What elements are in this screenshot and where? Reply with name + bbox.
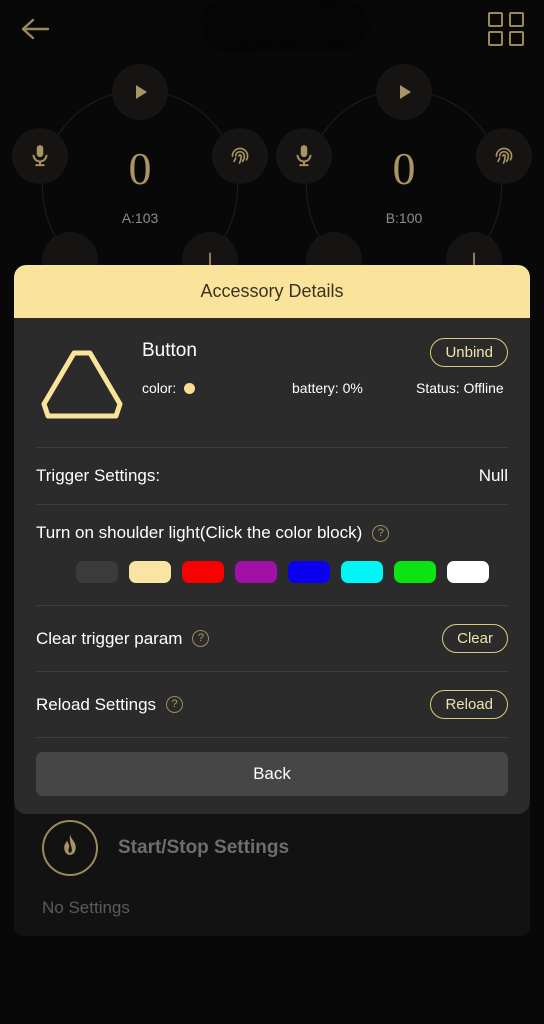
top-bar <box>0 0 544 56</box>
reload-settings-text: Reload Settings <box>36 694 157 714</box>
shoulder-light-section: Turn on shoulder light(Click the color b… <box>36 505 508 605</box>
clear-trigger-row: Clear trigger param ? Clear <box>36 606 508 671</box>
clear-trigger-text: Clear trigger param <box>36 628 183 648</box>
dial-value-b: 0 <box>392 143 416 194</box>
accessory-summary-row: Button color: battery: 0% Status: Offlin… <box>36 318 508 447</box>
dial-widget-a: 0 A:103 <box>4 64 276 294</box>
accessory-battery: battery: 0% <box>292 380 363 396</box>
app-screen: 0 A:103 0 B:100 Start/Stop Settings No S… <box>0 0 544 1024</box>
accessory-status: Status: Offline <box>416 380 504 396</box>
shoulder-light-text: Turn on shoulder light(Click the color b… <box>36 523 363 542</box>
play-button-b[interactable] <box>376 64 432 120</box>
clear-button[interactable]: Clear <box>442 624 508 653</box>
swatch-red[interactable] <box>182 561 224 583</box>
arrow-left-glyph <box>21 18 50 40</box>
reload-settings-label: Reload Settings ? <box>36 694 184 715</box>
dial-widget-b: 0 B:100 <box>268 64 540 294</box>
accessory-shape-glyph <box>41 350 123 419</box>
grid-cell <box>509 31 524 46</box>
reload-button[interactable]: Reload <box>430 690 508 719</box>
help-circle-icon[interactable]: ? <box>372 524 390 542</box>
accessory-color: color: <box>142 380 292 396</box>
dialog-body: Button color: battery: 0% Status: Offlin… <box>14 318 530 796</box>
grid-2x2-icon[interactable] <box>488 12 526 46</box>
play-icon <box>136 85 147 99</box>
clear-trigger-label: Clear trigger param ? <box>36 628 210 649</box>
trigger-settings-row[interactable]: Trigger Settings: Null <box>36 448 508 504</box>
help-circle-icon[interactable]: ? <box>192 630 210 647</box>
swatch-cyan[interactable] <box>341 561 383 583</box>
grid-cell <box>509 12 524 27</box>
swatch-magenta[interactable] <box>235 561 277 583</box>
flame-glyph <box>64 834 76 855</box>
color-swatch-dot <box>184 382 196 394</box>
rounded-triangle-icon <box>36 340 136 431</box>
swatch-green[interactable] <box>394 561 436 583</box>
dialog-header: Accessory Details <box>14 265 530 318</box>
start-stop-title: Start/Stop Settings <box>118 837 290 858</box>
back-button[interactable]: Back <box>36 752 508 796</box>
trigger-settings-label: Trigger Settings: <box>36 466 161 485</box>
unbind-button[interactable]: Unbind <box>430 338 508 367</box>
color-label: color: <box>142 380 177 396</box>
flame-icon <box>42 820 98 876</box>
play-icon <box>400 85 411 99</box>
divider <box>36 737 508 738</box>
trigger-settings-value: Null <box>478 466 508 485</box>
shoulder-light-label: Turn on shoulder light(Click the color b… <box>36 523 508 543</box>
accessory-meta: color: battery: 0% Status: Offline <box>142 380 508 396</box>
dial-label-a: A:103 <box>121 210 159 226</box>
dial-value-a: 0 <box>128 143 152 194</box>
start-stop-settings-panel: Start/Stop Settings No Settings <box>14 800 530 936</box>
swatch-blue[interactable] <box>288 561 330 583</box>
swatch-cream[interactable] <box>129 561 171 583</box>
play-button-a[interactable] <box>112 64 168 120</box>
swatch-dark[interactable] <box>76 561 118 583</box>
dialog-title: Accessory Details <box>200 281 344 301</box>
back-arrow-icon[interactable] <box>18 12 58 46</box>
dial-label-b: B:100 <box>385 210 423 226</box>
no-settings-text: No Settings <box>42 898 130 917</box>
help-circle-icon[interactable]: ? <box>166 696 184 713</box>
color-swatch-list <box>36 561 508 591</box>
grid-cell <box>488 12 503 27</box>
accessory-details-dialog: Accessory Details Button color: battery:… <box>14 265 530 814</box>
reload-settings-row: Reload Settings ? Reload <box>36 672 508 737</box>
grid-cell <box>488 31 503 46</box>
redacted-title-bar <box>205 2 365 48</box>
swatch-white[interactable] <box>447 561 489 583</box>
